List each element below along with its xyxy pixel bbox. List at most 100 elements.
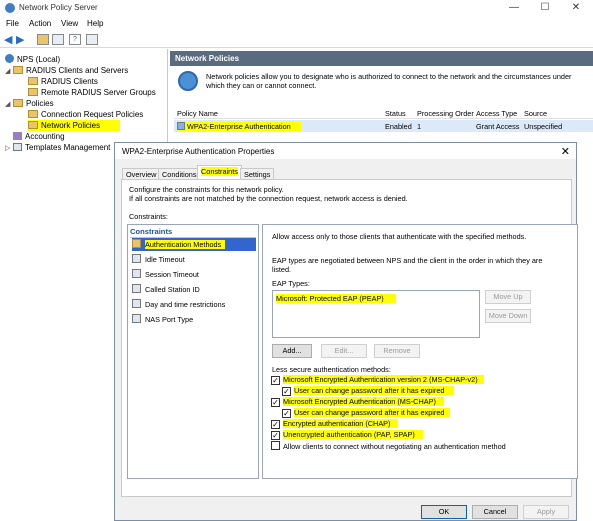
authentication-methods-panel: Allow access only to those clients that … <box>262 224 578 479</box>
collapse-arrow-icon[interactable]: ◢ <box>5 99 13 110</box>
eap-types-label: EAP Types: <box>272 279 310 288</box>
minimize-button[interactable]: — <box>499 0 529 16</box>
column-processing-order[interactable]: Processing Order <box>417 109 474 118</box>
close-button[interactable]: ✕ <box>561 0 591 16</box>
session-timeout-icon <box>132 269 141 278</box>
menu-bar: File Action View Help <box>0 17 593 31</box>
policy-name-cell: WPA2-Enterprise Authentication <box>177 122 301 131</box>
network-port-icon <box>132 314 141 323</box>
checkbox-mschap[interactable]: ✓ Microsoft Encrypted Authentication (MS-… <box>271 397 444 407</box>
menu-view[interactable]: View <box>61 19 78 28</box>
order-cell: 1 <box>417 122 422 131</box>
column-source[interactable]: Source <box>524 109 547 118</box>
tree-item-network-policies[interactable]: Network Policies <box>28 120 121 131</box>
checkbox-checked-icon[interactable]: ✓ <box>271 420 280 429</box>
tree-item-accounting[interactable]: Accounting <box>5 131 65 142</box>
menu-file[interactable]: File <box>6 19 19 28</box>
checkbox-checked-icon[interactable]: ✓ <box>282 409 291 418</box>
tree-item-radius-clients-servers[interactable]: ◢ RADIUS Clients and Servers <box>5 65 128 76</box>
dialog-title: WPA2-Enterprise Authentication Propertie… <box>122 147 275 156</box>
less-secure-label: Less secure authentication methods: <box>272 365 391 374</box>
tree-item-remote-groups[interactable]: Remote RADIUS Server Groups <box>28 87 156 98</box>
folder-icon <box>28 88 38 96</box>
eap-types-list: Microsoft: Protected EAP (PEAP) <box>272 290 480 338</box>
apply-button[interactable]: Apply <box>523 505 569 519</box>
maximize-button[interactable]: ☐ <box>530 0 560 16</box>
checkbox-chap[interactable]: ✓ Encrypted authentication (CHAP) <box>271 419 399 429</box>
collapse-arrow-icon[interactable]: ◢ <box>5 66 13 77</box>
tab-constraints[interactable]: Constraints <box>197 165 242 180</box>
checkbox-unchecked-icon[interactable] <box>271 441 280 450</box>
show-hide-tree-icon[interactable] <box>52 34 64 45</box>
back-icon[interactable]: ◀ <box>4 33 12 46</box>
checkbox-mschap-change-password[interactable]: ✓ User can change password after it has e… <box>282 408 451 418</box>
eap-negotiation-text-1: EAP types are negotiated between NPS and… <box>272 256 543 265</box>
list-item-called-station-id[interactable]: Called Station ID <box>132 283 256 296</box>
expand-arrow-icon[interactable]: ▷ <box>5 143 13 154</box>
tree-item-policies[interactable]: ◢ Policies <box>5 98 54 109</box>
intro-text-1: Configure the constraints for this netwo… <box>129 185 284 194</box>
column-policy-name[interactable]: Policy Name <box>177 109 218 118</box>
app-icon <box>5 3 15 13</box>
window-titlebar: Network Policy Server — ☐ ✕ <box>0 0 593 16</box>
lock-icon <box>132 239 141 248</box>
cancel-button[interactable]: Cancel <box>472 505 518 519</box>
network-policy-icon <box>178 71 198 91</box>
server-icon <box>5 54 14 63</box>
list-item-authentication-methods[interactable]: Authentication Methods <box>132 238 256 251</box>
menu-help[interactable]: Help <box>87 19 103 28</box>
source-cell: Unspecified <box>524 122 563 131</box>
checkbox-pap-spap[interactable]: ✓ Unencrypted authentication (PAP, SPAP) <box>271 430 423 440</box>
remove-button[interactable]: Remove <box>374 344 420 358</box>
called-station-icon <box>132 284 141 293</box>
list-item-session-timeout[interactable]: Session Timeout <box>132 268 256 281</box>
tree-item-nps-local[interactable]: NPS (Local) <box>5 54 60 65</box>
properties-icon[interactable] <box>86 34 98 45</box>
allow-access-text: Allow access only to those clients that … <box>272 232 527 241</box>
checkbox-checked-icon[interactable]: ✓ <box>282 387 291 396</box>
list-item[interactable]: Microsoft: Protected EAP (PEAP) <box>276 294 396 303</box>
folder-icon <box>28 77 38 85</box>
templates-icon <box>13 143 22 151</box>
toolbar: ◀ ▶ ? <box>0 32 593 48</box>
help-icon[interactable]: ? <box>69 34 81 45</box>
pane-header: Network Policies <box>170 51 593 66</box>
edit-button[interactable]: Edit... <box>321 344 367 358</box>
constraints-group-header: Constraints <box>130 227 256 238</box>
add-button[interactable]: Add... <box>272 344 312 358</box>
list-item-nas-port-type[interactable]: NAS Port Type <box>132 313 256 326</box>
checkbox-checked-icon[interactable]: ✓ <box>271 398 280 407</box>
up-folder-icon[interactable] <box>37 34 49 45</box>
pane-description: Network policies allow you to designate … <box>206 72 572 90</box>
list-item-day-time-restrictions[interactable]: Day and time restrictions <box>132 298 256 311</box>
calendar-icon <box>132 299 141 308</box>
menu-action[interactable]: Action <box>29 19 51 28</box>
move-down-button[interactable]: Move Down <box>485 309 531 323</box>
accounting-icon <box>13 132 22 140</box>
checkbox-checked-icon[interactable]: ✓ <box>271 431 280 440</box>
checkbox-mschapv2[interactable]: ✓ Microsoft Encrypted Authentication vers… <box>271 375 484 385</box>
constraints-label: Constraints: <box>129 212 168 221</box>
dialog-close-button[interactable]: ✕ <box>561 145 570 158</box>
checkbox-checked-icon[interactable]: ✓ <box>271 376 280 385</box>
policy-icon <box>177 122 185 130</box>
idle-timeout-icon <box>132 254 141 263</box>
folder-icon <box>13 66 23 74</box>
table-row[interactable]: WPA2-Enterprise Authentication Enabled 1… <box>174 120 593 132</box>
folder-icon <box>28 110 38 118</box>
column-status[interactable]: Status <box>385 109 406 118</box>
column-access-type[interactable]: Access Type <box>476 109 517 118</box>
tree-item-radius-clients[interactable]: RADIUS Clients <box>28 76 98 87</box>
ok-button[interactable]: OK <box>421 505 467 519</box>
eap-negotiation-text-2: listed. <box>272 265 292 274</box>
move-up-button[interactable]: Move Up <box>485 290 531 304</box>
folder-icon <box>28 121 38 129</box>
checkbox-mschapv2-change-password[interactable]: ✓ User can change password after it has e… <box>282 386 455 396</box>
checkbox-no-negotiation[interactable]: Allow clients to connect without negotia… <box>271 441 506 451</box>
folder-icon <box>13 99 23 107</box>
forward-icon[interactable]: ▶ <box>16 33 24 46</box>
list-item-idle-timeout[interactable]: Idle Timeout <box>132 253 256 266</box>
tree-item-templates-management[interactable]: ▷ Templates Management <box>5 142 110 153</box>
tree-item-connection-request-policies[interactable]: Connection Request Policies <box>28 109 143 120</box>
access-type-cell: Grant Access <box>476 122 520 131</box>
